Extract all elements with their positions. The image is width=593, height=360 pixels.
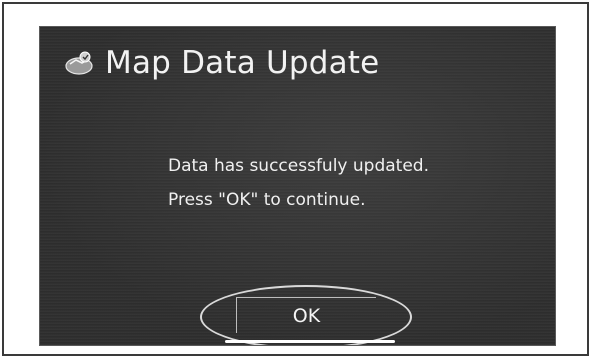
screenshot-frame: Map Data Update Data has successfuly upd…	[2, 2, 589, 356]
dialog-screen: Map Data Update Data has successfuly upd…	[39, 26, 556, 346]
dialog-title: Map Data Update	[105, 45, 380, 81]
highlight-circle-stroke	[225, 340, 395, 343]
title-bar: Map Data Update	[65, 41, 379, 85]
ok-button[interactable]: OK	[236, 297, 376, 333]
message-line-1: Data has successfuly updated.	[168, 156, 429, 176]
map-update-icon	[65, 50, 95, 76]
dialog-message: Data has successfuly updated. Press "OK"…	[168, 149, 429, 217]
message-line-2: Press "OK" to continue.	[168, 190, 366, 210]
